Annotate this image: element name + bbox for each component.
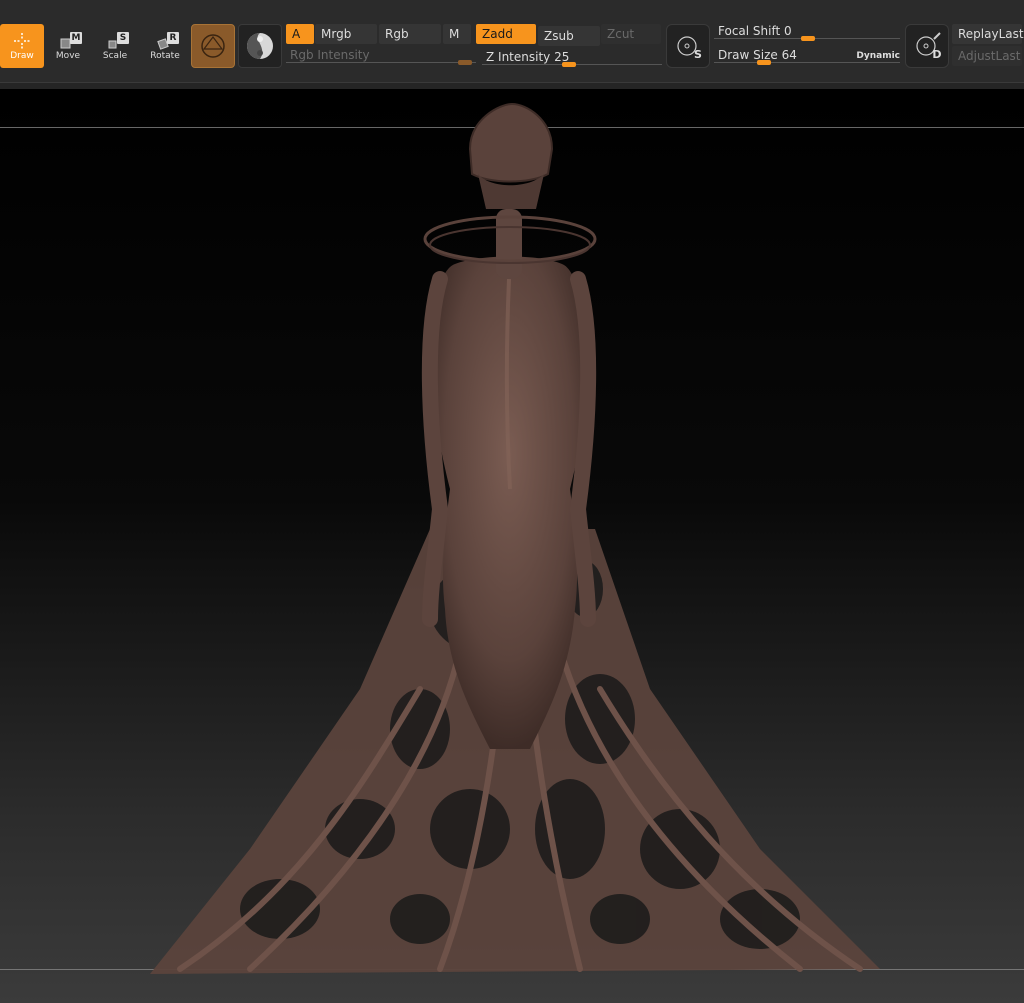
rotate-tool-label: Rotate bbox=[150, 51, 180, 61]
zadd-button[interactable]: Zadd bbox=[476, 24, 536, 44]
rgb-button[interactable]: Rgb bbox=[379, 24, 441, 44]
draw-size-value: 64 bbox=[781, 48, 797, 62]
lazy-mouse-button[interactable]: D bbox=[905, 24, 949, 68]
focal-shift-slider[interactable]: Focal Shift 0 bbox=[714, 22, 900, 42]
move-shortcut-badge: M bbox=[70, 32, 82, 44]
sculpt-model bbox=[150, 102, 880, 974]
draw-tool-label: Draw bbox=[10, 51, 34, 61]
s-badge: S bbox=[694, 48, 702, 61]
draw-size-knob[interactable] bbox=[757, 60, 771, 65]
toolbar-bottom-strip bbox=[0, 82, 1024, 89]
z-intensity-knob[interactable] bbox=[562, 62, 576, 67]
material-selector-button[interactable] bbox=[238, 24, 282, 68]
m-button[interactable]: M bbox=[443, 24, 471, 44]
top-toolbar: Draw M Move S Scale R Rotate A Mrgb Rgb … bbox=[0, 0, 1024, 89]
rgb-intensity-track bbox=[286, 62, 476, 63]
zcut-button[interactable]: Zcut bbox=[601, 24, 661, 44]
stroke-button[interactable]: S bbox=[666, 24, 710, 68]
a-button[interactable]: A bbox=[286, 24, 314, 44]
rgb-intensity-label: Rgb Intensity bbox=[290, 48, 370, 62]
scale-tool-label: Scale bbox=[102, 51, 128, 61]
scale-shortcut-badge: S bbox=[117, 32, 129, 44]
canvas-viewport[interactable] bbox=[0, 89, 1024, 1003]
rgb-intensity-slider[interactable]: Rgb Intensity bbox=[286, 46, 476, 66]
draw-size-slider[interactable]: Draw Size 64 Dynamic bbox=[714, 46, 900, 66]
zsub-button[interactable]: Zsub bbox=[538, 26, 600, 46]
adjust-last-button[interactable]: AdjustLast bbox=[952, 46, 1022, 66]
replay-last-button[interactable]: ReplayLast bbox=[952, 24, 1024, 44]
focal-shift-value: 0 bbox=[784, 24, 792, 38]
mrgb-button[interactable]: Mrgb bbox=[315, 24, 377, 44]
rotate-tool-button[interactable]: R Rotate bbox=[143, 24, 187, 68]
focal-shift-label: Focal Shift bbox=[718, 24, 781, 38]
brush-selector-button[interactable] bbox=[191, 24, 235, 68]
draw-icon bbox=[14, 33, 30, 49]
move-tool-label: Move bbox=[55, 51, 81, 61]
rotate-shortcut-badge: R bbox=[167, 32, 179, 44]
focal-shift-knob[interactable] bbox=[801, 36, 815, 41]
d-badge: D bbox=[932, 48, 942, 61]
move-tool-button[interactable]: M Move bbox=[46, 24, 90, 68]
z-intensity-slider[interactable]: Z Intensity 25 bbox=[482, 48, 662, 68]
draw-size-track bbox=[714, 62, 900, 63]
material-sphere-icon bbox=[247, 33, 273, 59]
rgb-intensity-knob[interactable] bbox=[458, 60, 472, 65]
standard-brush-icon bbox=[201, 34, 225, 58]
draw-tool-button[interactable]: Draw bbox=[0, 24, 44, 68]
scale-tool-button[interactable]: S Scale bbox=[93, 24, 137, 68]
z-intensity-label: Z Intensity bbox=[486, 50, 551, 64]
